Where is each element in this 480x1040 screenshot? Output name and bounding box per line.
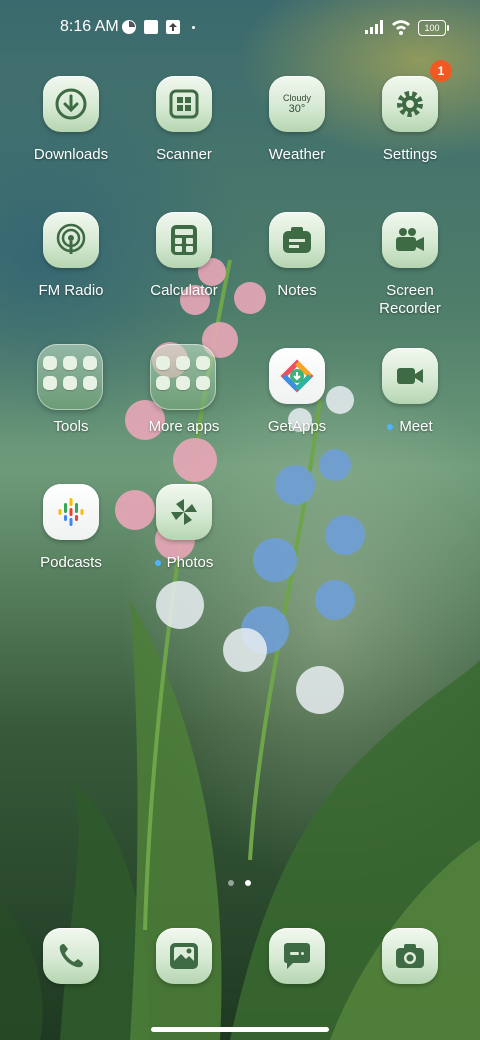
app-label-photos: Photos	[124, 554, 244, 572]
app-label: Screen Recorder	[379, 282, 441, 317]
app-fm-radio[interactable]: FM Radio	[15, 212, 127, 322]
dock-gallery[interactable]	[128, 928, 240, 1038]
app-label: More apps	[148, 418, 220, 435]
notification-square-icon	[144, 20, 158, 34]
app-notes[interactable]: Notes	[241, 212, 353, 322]
weather-icon: Cloudy 30°	[269, 76, 325, 132]
phone-icon	[43, 928, 99, 984]
new-app-dot	[154, 560, 161, 567]
app-getapps[interactable]: GetApps	[241, 348, 353, 458]
getapps-icon	[269, 348, 325, 404]
page-indicator-2-current[interactable]	[245, 880, 251, 886]
signal-icon	[365, 20, 383, 34]
app-label: Podcasts	[40, 554, 102, 571]
page-indicator-1[interactable]	[228, 880, 234, 886]
data-saver-icon	[122, 20, 136, 34]
status-bar: 8:16 AM 100	[0, 0, 480, 56]
notes-icon	[269, 212, 325, 268]
app-label: Meet	[399, 418, 433, 435]
app-screen-recorder[interactable]: Screen Recorder	[354, 212, 466, 322]
app-meet[interactable]: Meet	[354, 348, 466, 458]
app-podcasts[interactable]: Podcasts	[15, 484, 127, 594]
gear-icon	[382, 76, 438, 132]
app-label: FM Radio	[38, 282, 104, 299]
home-gesture-bar[interactable]	[151, 1027, 329, 1032]
app-downloads[interactable]: Downloads	[15, 76, 127, 186]
battery-indicator: 100	[418, 20, 449, 36]
meet-icon	[382, 348, 438, 404]
app-label: Weather	[268, 146, 326, 163]
app-label-meet: Meet	[350, 418, 470, 436]
calculator-icon	[156, 212, 212, 268]
dock-phone[interactable]	[15, 928, 127, 1038]
camera-icon	[382, 928, 438, 984]
dock-messages[interactable]	[241, 928, 353, 1038]
scanner-icon	[156, 76, 212, 132]
settings-notification-badge: 1	[430, 60, 452, 82]
app-scanner[interactable]: Scanner	[128, 76, 240, 186]
folder-icon	[150, 344, 216, 410]
wifi-icon	[392, 20, 410, 35]
app-label: Calculator	[150, 282, 218, 299]
app-weather[interactable]: Cloudy 30° Weather	[241, 76, 353, 186]
app-label: Tools	[53, 418, 89, 435]
app-photos[interactable]: Photos	[128, 484, 240, 594]
app-settings[interactable]: Settings	[354, 76, 466, 186]
download-icon	[43, 76, 99, 132]
dock-camera[interactable]	[354, 928, 466, 1038]
app-label: Downloads	[33, 146, 109, 163]
folder-icon	[37, 344, 103, 410]
clock: 8:16 AM	[60, 18, 119, 35]
app-label: Settings	[382, 146, 438, 163]
new-app-dot	[387, 424, 394, 431]
app-label: GetApps	[267, 418, 327, 435]
podcasts-icon	[43, 484, 99, 540]
more-notifications-dot	[192, 26, 195, 29]
weather-temperature: 30°	[288, 103, 306, 115]
gallery-icon	[156, 928, 212, 984]
radio-icon	[43, 212, 99, 268]
video-camera-icon	[382, 212, 438, 268]
upload-icon	[166, 20, 180, 34]
weather-condition: Cloudy	[282, 93, 311, 103]
photos-icon	[156, 484, 212, 540]
app-label: Notes	[277, 282, 317, 299]
message-icon	[269, 928, 325, 984]
app-label: Scanner	[156, 146, 212, 163]
folder-tools[interactable]: Tools	[15, 344, 127, 458]
app-calculator[interactable]: Calculator	[128, 212, 240, 322]
app-label: Photos	[166, 554, 214, 571]
folder-more-apps[interactable]: More apps	[128, 344, 240, 458]
